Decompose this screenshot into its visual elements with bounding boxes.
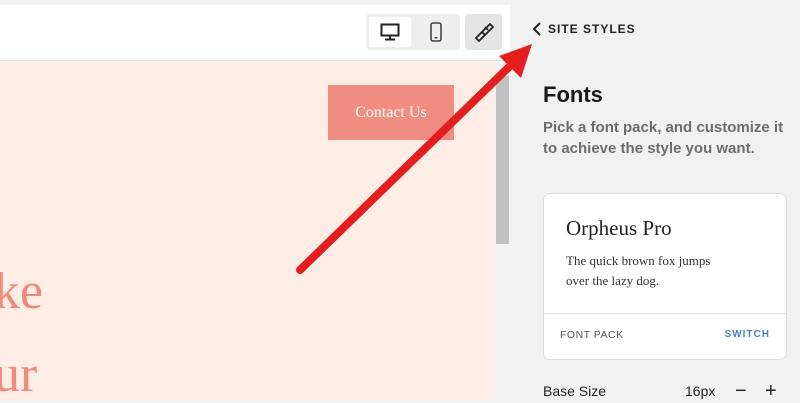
contact-us-button[interactable]: Contact Us xyxy=(328,85,454,140)
font-pack-label: FONT PACK xyxy=(560,329,624,341)
decrease-size-button[interactable]: − xyxy=(735,381,747,401)
switch-font-pack-link[interactable]: SWITCH xyxy=(725,329,770,340)
card-divider xyxy=(544,313,786,314)
base-size-label: Base Size xyxy=(543,383,607,399)
panel-description: Pick a font pack, and customize it to ac… xyxy=(543,119,784,157)
editor-area: Contact Us ke ur xyxy=(0,0,510,400)
back-to-site-styles[interactable]: SITE STYLES xyxy=(532,22,636,36)
scroll-up-arrow-icon[interactable] xyxy=(498,69,506,74)
paintbrush-icon xyxy=(474,23,494,42)
increase-size-button[interactable]: + xyxy=(765,381,777,401)
base-size-row: Base Size 16px − + xyxy=(543,381,788,403)
hero-text-line: ke xyxy=(0,263,44,320)
device-view-toggle xyxy=(366,14,460,50)
site-preview: Contact Us ke ur xyxy=(0,61,495,400)
mobile-view-button[interactable] xyxy=(415,17,457,47)
site-styles-button[interactable] xyxy=(465,14,502,50)
preview-scrollbar[interactable] xyxy=(495,61,510,400)
desktop-icon xyxy=(380,23,400,41)
scrollbar-thumb[interactable] xyxy=(496,76,509,244)
editor-toolbar xyxy=(0,5,510,61)
font-pack-name: Orpheus Pro xyxy=(566,216,672,240)
desktop-view-button[interactable] xyxy=(369,17,411,47)
site-styles-panel: SITE STYLES Fonts Pick a font pack, and … xyxy=(510,0,800,403)
hero-text-line: ur xyxy=(0,346,38,401)
font-pack-card[interactable]: Orpheus Pro The quick brown fox jumps ov… xyxy=(543,193,787,360)
mobile-icon xyxy=(430,22,442,42)
back-label: SITE STYLES xyxy=(548,22,636,36)
font-sample-line: The quick brown fox jumps xyxy=(566,253,711,268)
font-sample-text: The quick brown fox jumps over the lazy … xyxy=(566,251,736,291)
chevron-left-icon xyxy=(532,22,541,36)
base-size-value: 16px xyxy=(685,383,716,399)
font-sample-line: over the lazy dog. xyxy=(566,273,660,288)
panel-title: Fonts xyxy=(543,82,603,107)
